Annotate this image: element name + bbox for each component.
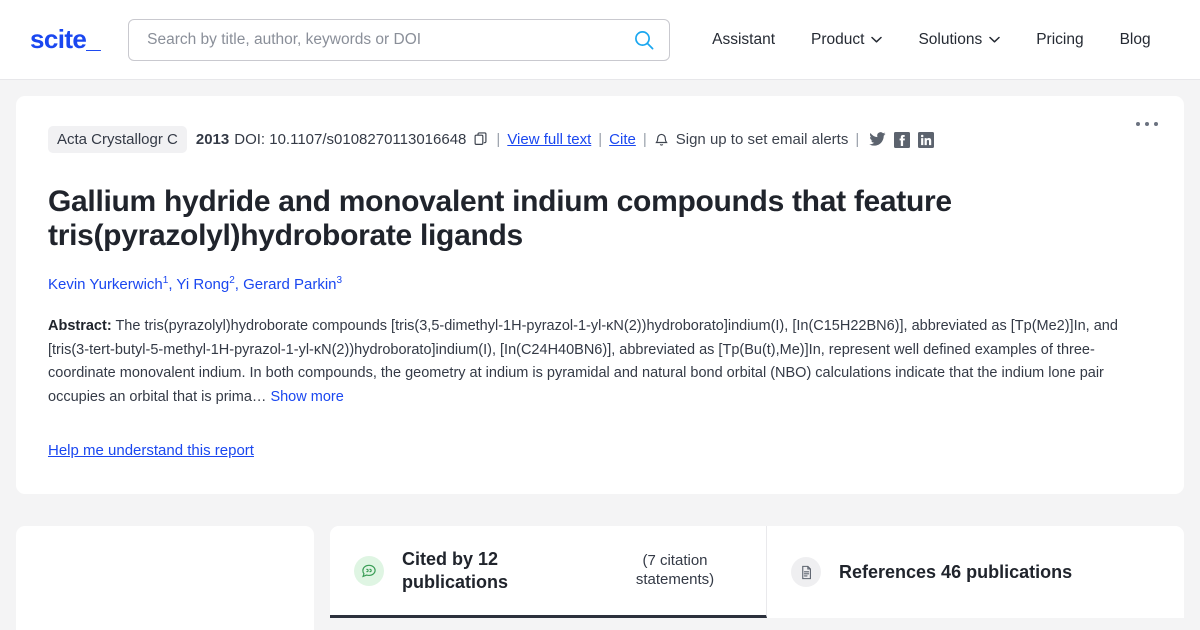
author-name: Gerard Parkin [243, 276, 337, 294]
site-header: scite_ Assistant Product Solutions Pr [0, 0, 1200, 80]
facebook-icon[interactable] [894, 131, 911, 148]
tab-references[interactable]: References 46 publications [767, 526, 1184, 619]
tab-references-label: References 46 publications [839, 562, 1073, 583]
article-metadata-row: Acta Crystallogr C 2013 DOI: 10.1107/s01… [48, 126, 1152, 153]
nav-label-blog: Blog [1119, 30, 1151, 48]
dot [1136, 122, 1140, 126]
search-input[interactable] [145, 29, 634, 50]
author-link[interactable]: Kevin Yurkerwich1 [48, 275, 168, 294]
separator: | [496, 131, 501, 148]
twitter-icon[interactable] [869, 132, 886, 147]
more-options-icon[interactable] [1136, 122, 1158, 126]
doi-text: DOI: 10.1107/s0108270113016648 [234, 131, 467, 148]
scite-logo[interactable]: scite_ [30, 24, 101, 55]
author-name: Kevin Yurkerwich [48, 276, 163, 294]
page-body: Acta Crystallogr C 2013 DOI: 10.1107/s01… [0, 80, 1200, 510]
nav-label-product: Product [811, 30, 865, 48]
view-full-text-link[interactable]: View full text [507, 131, 591, 148]
nav-label-pricing: Pricing [1036, 30, 1084, 48]
abstract: Abstract: The tris(pyrazolyl)hydroborate… [48, 315, 1152, 409]
nav-item-solutions[interactable]: Solutions [900, 23, 1018, 57]
citation-tabs-panel: Cited by 12 publications (7 citation sta… [330, 526, 1184, 630]
author-list: Kevin Yurkerwich1, Yi Rong2, Gerard Park… [48, 275, 1152, 293]
nav-label-solutions: Solutions [918, 30, 983, 48]
dot [1145, 122, 1149, 126]
social-share-group [869, 131, 935, 148]
tab-cited-by[interactable]: Cited by 12 publications (7 citation sta… [330, 526, 767, 619]
journal-badge[interactable]: Acta Crystallogr C [48, 126, 187, 153]
cite-link[interactable]: Cite [609, 131, 636, 148]
chevron-down-icon [871, 36, 883, 43]
dot [1154, 122, 1158, 126]
quote-bubble-icon [354, 555, 384, 586]
nav-item-product[interactable]: Product [793, 23, 900, 57]
citation-tabs: Cited by 12 publications (7 citation sta… [330, 526, 1184, 619]
author-link[interactable]: Gerard Parkin3 [243, 275, 343, 294]
main-nav: Assistant Product Solutions Pricing Blog [694, 23, 1169, 57]
nav-label-assistant: Assistant [712, 30, 776, 48]
separator: | [598, 131, 603, 148]
nav-item-pricing[interactable]: Pricing [1018, 23, 1101, 57]
copy-icon[interactable] [474, 132, 489, 147]
help-understand-report-link[interactable]: Help me understand this report [48, 442, 254, 459]
search-icon[interactable] [633, 29, 655, 51]
chevron-down-icon [989, 36, 1000, 43]
document-icon [791, 557, 821, 588]
bell-icon[interactable] [654, 132, 669, 147]
abstract-label: Abstract: [48, 318, 112, 335]
author-link[interactable]: Yi Rong2 [176, 275, 234, 294]
tab-cited-by-subtitle: (7 citation statements) [635, 552, 715, 588]
nav-item-assistant[interactable]: Assistant [694, 23, 793, 57]
nav-item-blog[interactable]: Blog [1102, 23, 1169, 57]
tab-cited-by-label: Cited by 12 publications [402, 549, 509, 592]
separator: | [642, 131, 647, 148]
author-name: Yi Rong [176, 276, 230, 294]
sidebar-panel [16, 526, 314, 630]
publication-year: 2013 [195, 131, 230, 148]
author-affiliation-marker: 3 [336, 275, 343, 287]
show-more-link[interactable]: Show more [270, 389, 343, 405]
abstract-text: The tris(pyrazolyl)hydroborate compounds… [48, 318, 1118, 405]
separator: | [855, 131, 860, 148]
search-box[interactable] [128, 18, 671, 61]
article-card: Acta Crystallogr C 2013 DOI: 10.1107/s01… [16, 96, 1184, 495]
linkedin-icon[interactable] [918, 131, 935, 148]
page-title: Gallium hydride and monovalent indium co… [48, 185, 952, 253]
author-separator: , [234, 276, 244, 294]
bottom-section: Cited by 12 publications (7 citation sta… [0, 526, 1200, 630]
email-alerts-label[interactable]: Sign up to set email alerts [676, 131, 849, 148]
